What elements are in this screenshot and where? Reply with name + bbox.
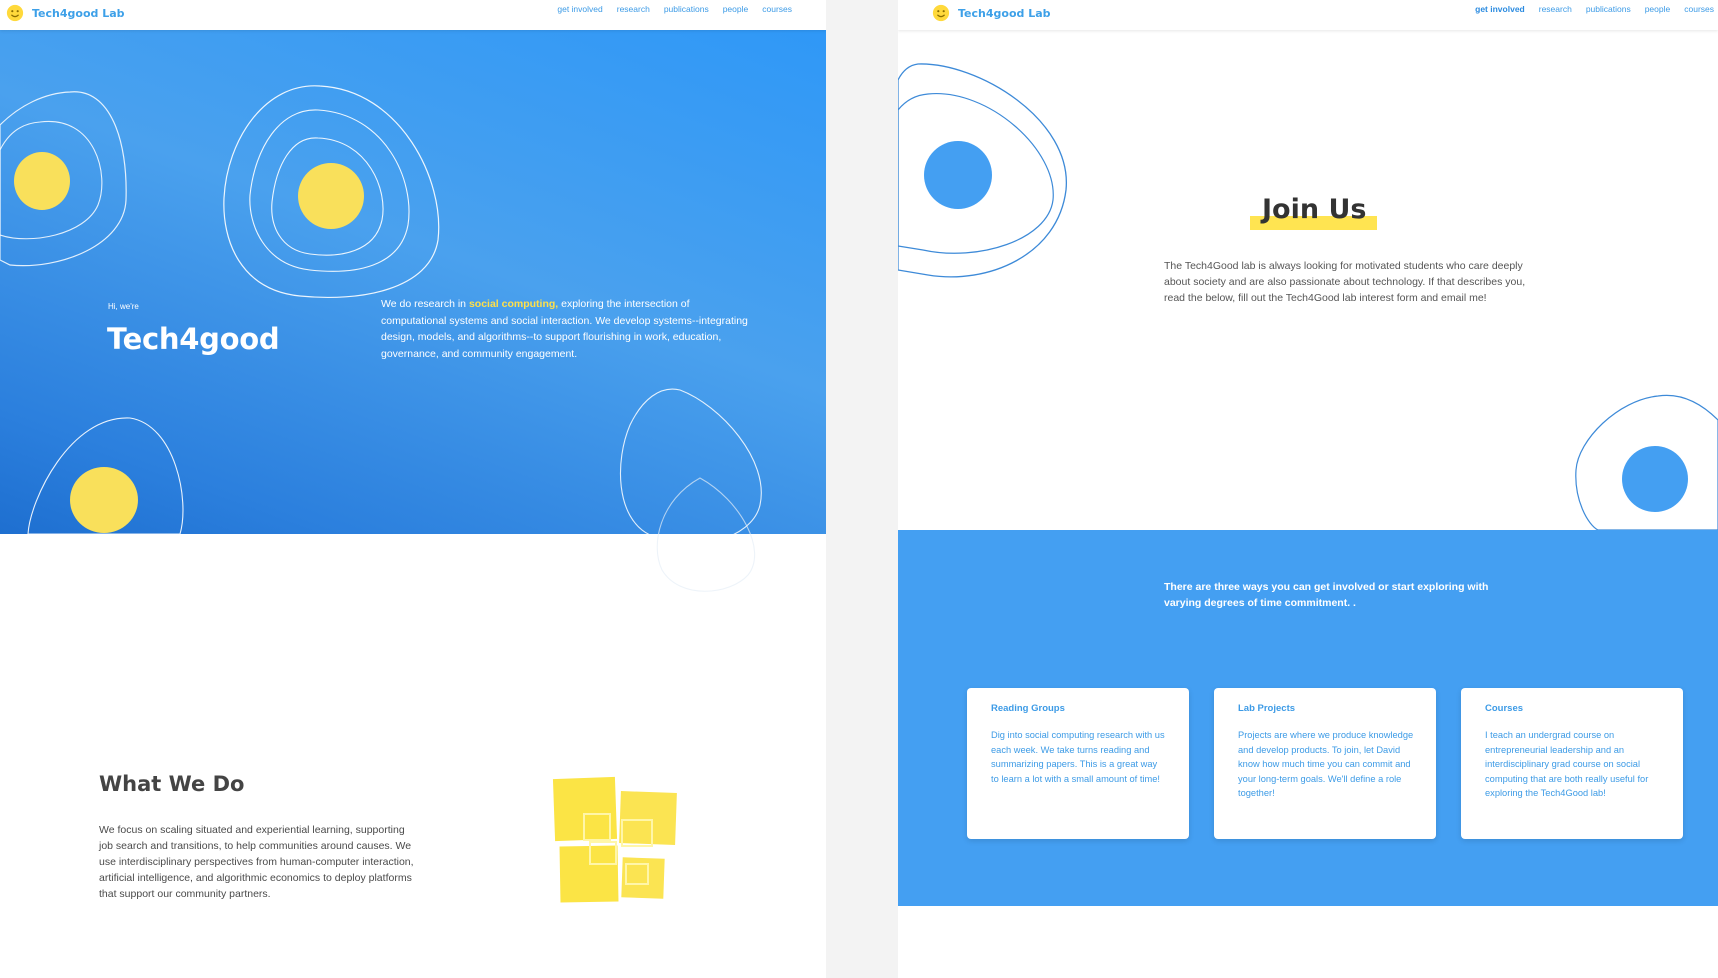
- nav-people[interactable]: people: [1645, 4, 1671, 14]
- nav-research[interactable]: research: [1539, 4, 1572, 14]
- smiley-logo-icon: [932, 4, 950, 22]
- hero-title: Tech4good: [107, 322, 280, 356]
- ways-intro-text: There are three ways you can get involve…: [1164, 581, 1489, 609]
- left-screen: Hi, we're Tech4good We do research in so…: [0, 0, 826, 978]
- join-us-description: The Tech4Good lab is always looking for …: [1164, 260, 1526, 304]
- smiley-logo-icon: [6, 4, 24, 22]
- what-we-do-title: What We Do: [99, 772, 245, 796]
- hero-desc-prefix: We do research in: [381, 298, 469, 310]
- brand-name: Tech4good Lab: [32, 6, 125, 20]
- what-we-do-description: We focus on scaling situated and experie…: [99, 824, 414, 900]
- social-computing-link[interactable]: social computing,: [469, 298, 558, 310]
- nav-publications[interactable]: publications: [1586, 4, 1631, 14]
- card-reading-groups[interactable]: Reading Groups Dig into social computing…: [967, 688, 1189, 839]
- nav-get-involved[interactable]: get involved: [1475, 4, 1525, 14]
- brand[interactable]: Tech4good Lab: [932, 2, 1051, 24]
- nav-courses[interactable]: courses: [1684, 4, 1714, 14]
- brand[interactable]: Tech4good Lab: [6, 2, 125, 24]
- card-body: Dig into social computing research with …: [991, 730, 1165, 784]
- card-title: Courses: [1485, 703, 1524, 714]
- card-lab-projects[interactable]: Lab Projects Projects are where we produ…: [1214, 688, 1436, 839]
- card-body: I teach an undergrad course on entrepren…: [1485, 730, 1649, 799]
- nav-people[interactable]: people: [723, 4, 749, 14]
- card-courses[interactable]: Courses I teach an undergrad course on e…: [1461, 688, 1683, 839]
- nav-get-involved[interactable]: get involved: [557, 4, 602, 14]
- join-us-title: Join Us: [1262, 194, 1367, 225]
- nav-links: get involved research publications peopl…: [1475, 4, 1714, 14]
- yellow-squares-illustration: [552, 776, 677, 903]
- nav-research[interactable]: research: [617, 4, 650, 14]
- card-body: Projects are where we produce knowledge …: [1238, 730, 1414, 799]
- card-title: Lab Projects: [1238, 703, 1296, 714]
- top-nav: Tech4good Lab get involved research publ…: [0, 0, 826, 30]
- nav-publications[interactable]: publications: [664, 4, 709, 14]
- nav-courses[interactable]: courses: [762, 4, 792, 14]
- hero-section: Hi, we're Tech4good We do research in so…: [0, 30, 826, 592]
- nav-links: get involved research publications peopl…: [557, 4, 792, 14]
- hero-description: We do research in social computing, expl…: [381, 296, 751, 362]
- hero-greeting: Hi, we're: [108, 302, 139, 311]
- top-nav: Tech4good Lab get involved research publ…: [898, 0, 1718, 30]
- brand-name: Tech4good Lab: [958, 6, 1051, 20]
- card-title: Reading Groups: [991, 703, 1065, 714]
